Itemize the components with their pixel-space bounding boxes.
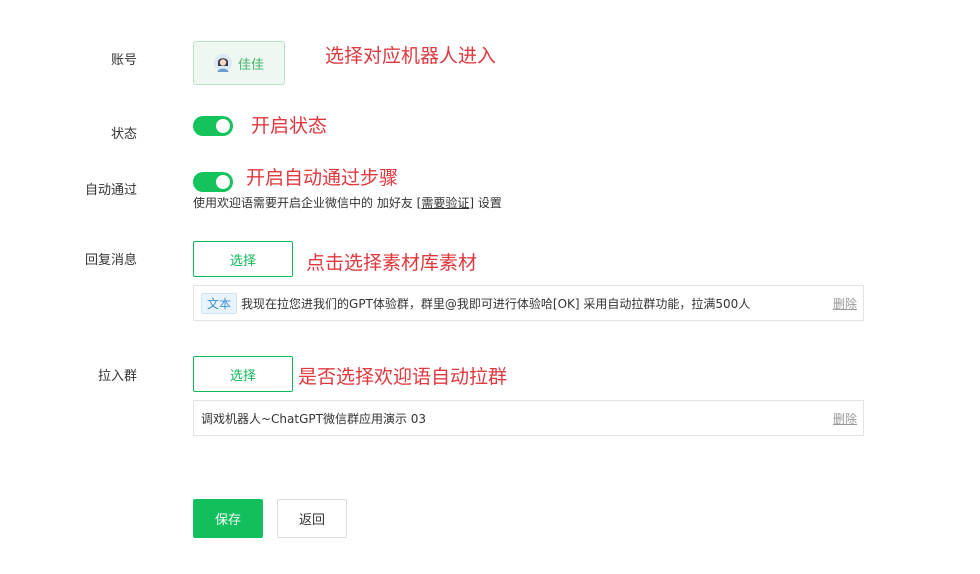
group-item: 调戏机器人~ChatGPT微信群应用演示 03 删除 (193, 400, 864, 436)
reply-item: 文本 我现在拉您进我们的GPT体验群，群里@我即可进行体验哈[OK] 采用自动拉… (193, 285, 864, 321)
back-button[interactable]: 返回 (277, 499, 347, 538)
hint-suffix: ] 设置 (469, 196, 502, 210)
auto-pass-annotation: 开启自动通过步骤 (246, 167, 399, 189)
verify-link[interactable]: 需要验证 (421, 196, 469, 210)
auto-pass-label: 自动通过 (84, 183, 137, 198)
toggle-knob (216, 119, 230, 133)
reply-annotation: 点击选择素材库素材 (306, 252, 478, 274)
status-annotation: 开启状态 (251, 115, 328, 137)
account-label: 账号 (110, 53, 137, 68)
account-name: 佳佳 (237, 57, 264, 73)
reply-label: 回复消息 (84, 253, 137, 268)
save-button[interactable]: 保存 (193, 499, 263, 538)
toggle-knob (216, 175, 230, 189)
account-annotation: 选择对应机器人进入 (325, 45, 497, 67)
hint-prefix: 使用欢迎语需要开启企业微信中的 加好友 [ (193, 196, 422, 210)
status-toggle[interactable] (193, 116, 233, 136)
group-annotation: 是否选择欢迎语自动拉群 (298, 366, 508, 388)
text-tag: 文本 (201, 292, 238, 314)
group-text: 调戏机器人~ChatGPT微信群应用演示 03 (201, 411, 427, 426)
group-select-button[interactable]: 选择 (193, 356, 293, 392)
status-label: 状态 (110, 127, 137, 142)
account-chip[interactable]: 佳佳 (193, 41, 285, 85)
reply-text: 我现在拉您进我们的GPT体验群，群里@我即可进行体验哈[OK] 采用自动拉群功能… (241, 296, 751, 311)
reply-select-button[interactable]: 选择 (193, 241, 293, 277)
reply-delete-link[interactable]: 删除 (833, 295, 857, 312)
auto-pass-hint: 使用欢迎语需要开启企业微信中的 加好友 [需要验证] 设置 (193, 194, 502, 211)
auto-pass-toggle[interactable] (193, 172, 233, 192)
group-label: 拉入群 (97, 369, 137, 384)
group-delete-link[interactable]: 删除 (833, 410, 857, 427)
avatar-icon (213, 54, 232, 72)
